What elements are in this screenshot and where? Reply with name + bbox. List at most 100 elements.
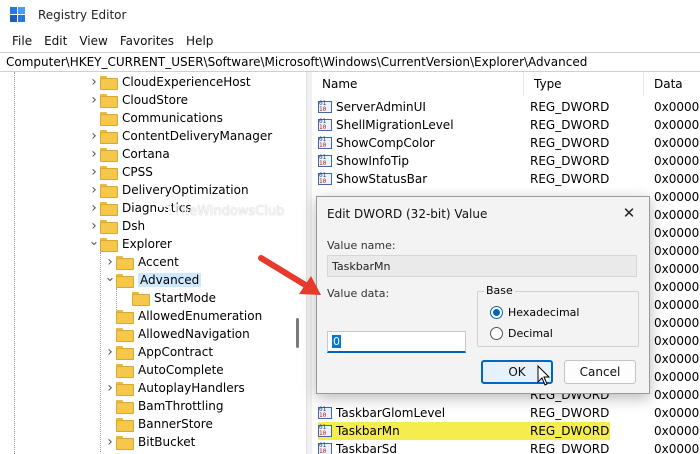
- column-header-type[interactable]: Type: [524, 72, 644, 96]
- tree-item-label: Cortana: [122, 147, 170, 161]
- value-name-text: TaskbarSd: [336, 442, 398, 454]
- folder-icon: [100, 238, 118, 252]
- chevron-down-icon[interactable]: ⌄: [104, 268, 116, 286]
- folder-icon: [116, 310, 134, 324]
- value-row[interactable]: TaskbarMn REG_DWORD 0x000000: [312, 422, 700, 440]
- folder-icon: [116, 418, 134, 432]
- tree-item-autocomplete[interactable]: AutoComplete: [104, 361, 224, 379]
- tree-item-allowednavigation[interactable]: AllowedNavigation: [104, 325, 250, 343]
- tree-scrollbar-thumb[interactable]: [296, 318, 299, 348]
- tree-item-advanced[interactable]: ⌄ Advanced: [104, 268, 202, 289]
- window-title: Registry Editor: [38, 8, 127, 22]
- address-bar[interactable]: Computer\HKEY_CURRENT_USER\Software\Micr…: [0, 52, 700, 72]
- tree-item-contentdeliverymanager[interactable]: › ContentDeliveryManager: [88, 127, 272, 145]
- dword-value-icon: [318, 424, 332, 437]
- value-data-cell: 0x000000: [654, 244, 700, 258]
- tree-item-label: Dsh: [122, 219, 146, 233]
- menu-favorites[interactable]: Favorites: [114, 34, 180, 48]
- cancel-button[interactable]: Cancel: [564, 360, 636, 384]
- close-icon[interactable]: ✕: [617, 202, 641, 224]
- folder-icon: [116, 436, 134, 450]
- folder-icon: [132, 292, 150, 306]
- title-bar: Registry Editor: [0, 0, 700, 30]
- value-row[interactable]: ShowCompColor REG_DWORD 0x000000: [312, 134, 700, 152]
- value-row[interactable]: ShellMigrationLevel REG_DWORD 0x000000: [312, 116, 700, 134]
- value-data-cell: 0x000000: [654, 406, 700, 420]
- chevron-right-icon[interactable]: ›: [88, 163, 100, 181]
- tree-item-bamthrottling[interactable]: BamThrottling: [104, 397, 224, 415]
- annotation-arrow-icon: [258, 255, 321, 295]
- tree-item-cloudstore[interactable]: › CloudStore: [88, 91, 188, 109]
- tree-item-allowedenumeration[interactable]: AllowedEnumeration: [104, 307, 262, 325]
- chevron-right-icon[interactable]: ›: [88, 73, 100, 91]
- tree-item-deliveryoptimization[interactable]: › DeliveryOptimization: [88, 181, 249, 199]
- value-row[interactable]: ServerAdminUI REG_DWORD 0x000000: [312, 98, 700, 116]
- menu-file[interactable]: File: [6, 34, 38, 48]
- chevron-right-icon[interactable]: ›: [88, 91, 100, 109]
- tree-item-communications[interactable]: Communications: [88, 109, 223, 127]
- tree-item-label: CPSS: [122, 165, 153, 179]
- tree-item-label: AppContract: [138, 345, 214, 359]
- tree-item-label: BitBucket: [138, 435, 196, 449]
- menu-edit[interactable]: Edit: [38, 34, 73, 48]
- value-data-cell: 0x000000: [654, 370, 700, 384]
- tree-item-appcontract[interactable]: › AppContract: [104, 343, 213, 361]
- chevron-right-icon[interactable]: ›: [88, 181, 100, 199]
- value-data-cell: 0x000000: [654, 352, 700, 366]
- menu-view[interactable]: View: [73, 34, 113, 48]
- dword-value-icon: [318, 172, 332, 185]
- value-row[interactable]: TaskbarSd REG_DWORD 0x000000: [312, 440, 700, 454]
- chevron-right-icon[interactable]: ›: [104, 433, 116, 451]
- radio-unchecked-icon: [490, 327, 503, 340]
- value-type-cell: REG_DWORD: [530, 136, 610, 150]
- dword-value-icon: [318, 136, 332, 149]
- value-data-cell: 0x000000: [654, 316, 700, 330]
- tree-item-bannerstore[interactable]: BannerStore: [104, 415, 213, 433]
- value-row[interactable]: TaskbarGlomLevel REG_DWORD 0x000000: [312, 404, 700, 422]
- radio-decimal[interactable]: Decimal: [490, 327, 553, 340]
- value-row[interactable]: ShowInfoTip REG_DWORD 0x000000: [312, 152, 700, 170]
- tree-item-cloudexperiencehost[interactable]: › CloudExperienceHost: [88, 73, 251, 91]
- value-data-cell: 0x000000: [654, 190, 700, 204]
- tree-item-bitbucket[interactable]: › BitBucket: [104, 433, 195, 451]
- tree-item-cpss[interactable]: › CPSS: [88, 163, 153, 181]
- tree-item-label: AutoComplete: [138, 363, 224, 377]
- tree-item-startmode[interactable]: StartMode: [120, 289, 216, 307]
- value-data-cell: 0x000000: [654, 442, 700, 454]
- chevron-right-icon[interactable]: ›: [104, 343, 116, 361]
- menu-help[interactable]: Help: [180, 34, 219, 48]
- value-type-cell: REG_DWORD: [530, 118, 610, 132]
- folder-icon: [100, 76, 118, 90]
- folder-icon: [100, 166, 118, 180]
- tree-item-autoplayhandlers[interactable]: › AutoplayHandlers: [104, 379, 245, 397]
- folder-icon: [116, 328, 134, 342]
- radio-decimal-label: Decimal: [508, 327, 553, 340]
- radio-hexadecimal[interactable]: Hexadecimal: [490, 306, 579, 319]
- value-data-cell: 0x000000: [654, 262, 700, 276]
- tree-item-label: BannerStore: [138, 417, 213, 431]
- column-header-data[interactable]: Data: [644, 72, 700, 96]
- value-name-field: TaskbarMn: [327, 255, 637, 277]
- chevron-right-icon[interactable]: ›: [88, 199, 100, 217]
- tree-item-label: Communications: [122, 111, 223, 125]
- tree-item-cortana[interactable]: › Cortana: [88, 145, 170, 163]
- base-group: Base Hexadecimal Decimal: [477, 284, 639, 347]
- tree-item-explorer[interactable]: ⌄ Explorer: [88, 232, 172, 253]
- registry-editor-window: Registry Editor File Edit View Favorites…: [0, 0, 700, 454]
- chevron-down-icon[interactable]: ⌄: [88, 232, 100, 250]
- chevron-right-icon[interactable]: ›: [88, 127, 100, 145]
- value-name-cell: TaskbarMn: [318, 422, 530, 440]
- value-name-text: ShowInfoTip: [336, 154, 410, 168]
- tree-connector-line: [100, 252, 101, 452]
- value-data-input[interactable]: 0: [327, 331, 466, 353]
- column-header-name[interactable]: Name: [312, 72, 524, 96]
- folder-icon: [100, 220, 118, 234]
- value-row[interactable]: ShowStatusBar REG_DWORD 0x000000: [312, 170, 700, 188]
- chevron-right-icon[interactable]: ›: [104, 379, 116, 397]
- chevron-right-icon[interactable]: ›: [88, 145, 100, 163]
- tree-item-label: BamThrottling: [138, 399, 224, 413]
- tree-item-label: StartMode: [154, 291, 217, 305]
